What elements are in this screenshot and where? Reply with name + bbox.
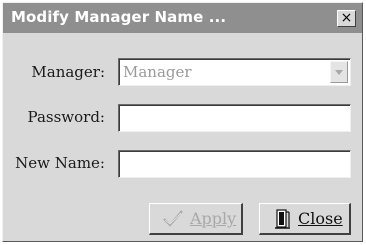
checkmark-icon [163, 210, 183, 227]
manager-label: Manager: [31, 63, 105, 81]
apply-button[interactable]: Apply [149, 203, 243, 235]
password-input[interactable] [118, 104, 351, 132]
close-button[interactable]: Close [259, 203, 351, 235]
new-name-label: New Name: [15, 154, 105, 172]
modify-manager-name-dialog: Modify Manager Name ... × Manager: Manag… [2, 2, 363, 242]
manager-dropdown-button[interactable] [330, 61, 348, 83]
door-exit-icon [275, 209, 290, 229]
apply-label: Apply [190, 209, 237, 228]
dialog-title: Modify Manager Name ... [11, 8, 227, 26]
close-window-button[interactable]: × [337, 10, 356, 27]
password-label: Password: [27, 108, 105, 126]
manager-combobox[interactable]: Manager [118, 58, 351, 86]
close-icon: × [340, 10, 353, 26]
new-name-input[interactable] [118, 150, 351, 178]
manager-selected-value: Manager [123, 63, 192, 81]
title-bar[interactable]: Modify Manager Name ... × [3, 3, 362, 33]
chevron-down-icon [335, 70, 343, 75]
close-label: Close [298, 209, 343, 228]
